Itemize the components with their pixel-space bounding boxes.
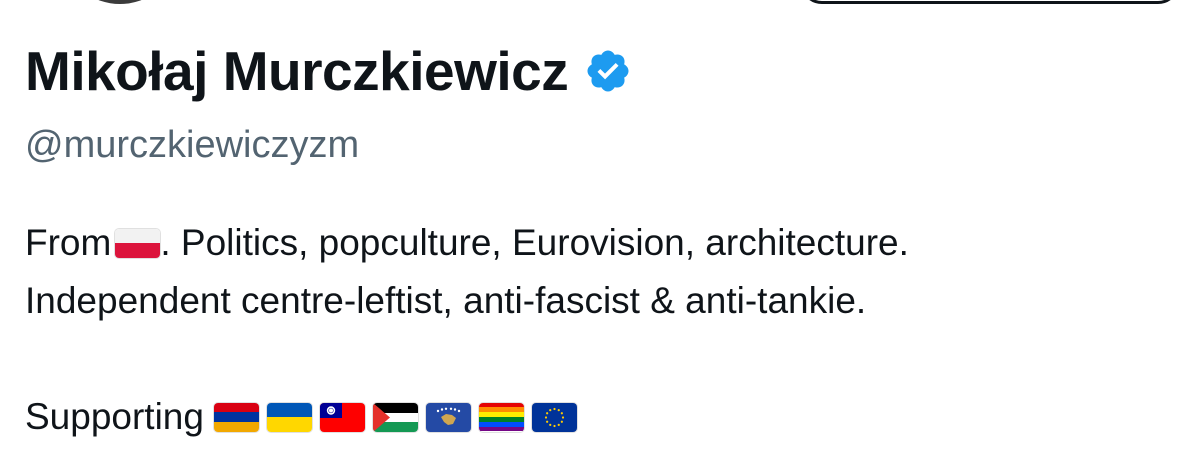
palestine-flag-icon <box>372 402 418 432</box>
taiwan-flag-icon <box>319 402 365 432</box>
supporting-label: Supporting <box>25 396 204 437</box>
profile-handle: @murczkiewiczyzm <box>25 124 360 166</box>
bio-line-1-text: . Politics, popculture, Eurovision, arch… <box>160 222 909 263</box>
rainbow-flag-icon <box>478 402 524 432</box>
profile-name-row: Mikołaj Murczkiewicz <box>25 38 632 104</box>
bio-line-1: From . Politics, popculture, Eurovision,… <box>25 214 1185 272</box>
verified-badge-icon[interactable] <box>584 47 632 95</box>
display-name: Mikołaj Murczkiewicz <box>25 40 569 102</box>
eu-flag-icon <box>531 402 577 432</box>
poland-flag-icon <box>115 228 161 258</box>
kosovo-flag-icon <box>425 402 471 432</box>
ukraine-flag-icon <box>266 402 312 432</box>
profile-bio: From . Politics, popculture, Eurovision,… <box>25 214 1185 446</box>
profile-action-button[interactable] <box>800 0 1180 4</box>
bio-blank-line <box>25 330 1185 388</box>
armenia-flag-icon <box>213 402 259 432</box>
bio-from-label: From <box>25 222 112 263</box>
avatar[interactable] <box>70 0 170 4</box>
bio-line-supporting: Supporting <box>25 388 1185 446</box>
bio-line-2: Independent centre-leftist, anti-fascist… <box>25 280 867 321</box>
